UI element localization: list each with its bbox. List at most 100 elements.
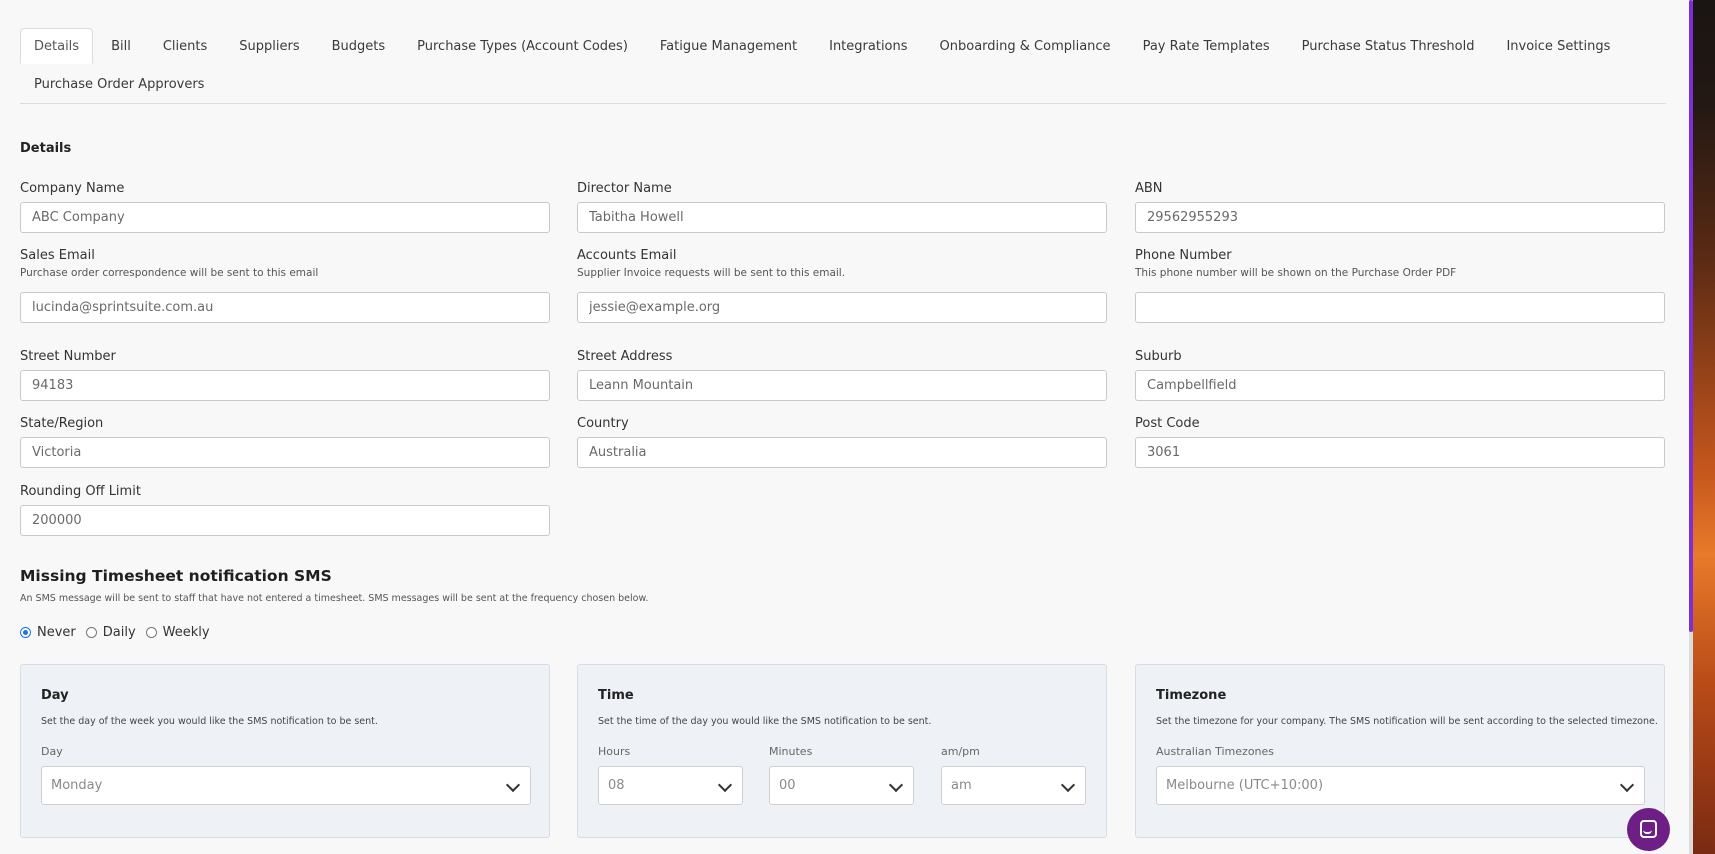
ampm-select-value: am	[951, 778, 972, 793]
radio-weekly-circle[interactable]	[145, 627, 157, 638]
timezone-card-description: Set the timezone for your company. The S…	[1156, 716, 1658, 727]
tab-row-1: Details Bill Clients Suppliers Budgets P…	[20, 28, 1628, 66]
timezone-select[interactable]: Melbourne (UTC+10:00)	[1156, 766, 1645, 805]
ampm-select[interactable]: am	[941, 766, 1086, 805]
post-code-input[interactable]	[1135, 437, 1665, 468]
tab-invoice-settings[interactable]: Invoice Settings	[1492, 28, 1624, 64]
suburb-input[interactable]	[1135, 370, 1665, 401]
tab-suppliers[interactable]: Suppliers	[225, 28, 313, 64]
tab-fatigue-management[interactable]: Fatigue Management	[646, 28, 811, 64]
chevron-down-icon	[505, 777, 521, 793]
abn-label: ABN	[1135, 181, 1163, 196]
street-number-field: Street Number	[20, 349, 550, 401]
tab-budgets[interactable]: Budgets	[318, 28, 400, 64]
hours-label: Hours	[598, 745, 631, 758]
day-card-title: Day	[41, 688, 69, 703]
rounding-off-limit-input[interactable]	[20, 505, 550, 536]
rounding-off-limit-field: Rounding Off Limit	[20, 484, 550, 536]
desktop-wallpaper-strip	[1693, 0, 1715, 854]
chevron-down-icon	[1619, 777, 1635, 793]
company-name-label: Company Name	[20, 181, 125, 196]
sales-email-input[interactable]	[20, 292, 550, 323]
day-card-description: Set the day of the week you would like t…	[41, 716, 378, 727]
tab-onboarding-compliance[interactable]: Onboarding & Compliance	[926, 28, 1125, 64]
suburb-field: Suburb	[1135, 349, 1665, 401]
country-input[interactable]	[577, 437, 1107, 468]
day-select-value: Monday	[51, 778, 103, 793]
tab-bill[interactable]: Bill	[97, 28, 145, 64]
timezone-field-label: Australian Timezones	[1156, 745, 1275, 758]
post-code-label: Post Code	[1135, 416, 1200, 431]
sales-email-field: Sales Email Purchase order correspondenc…	[20, 248, 550, 323]
hours-select[interactable]: 08	[598, 766, 743, 805]
day-select[interactable]: Monday	[41, 766, 531, 805]
street-number-input[interactable]	[20, 370, 550, 401]
company-name-field: Company Name	[20, 181, 550, 233]
director-name-field: Director Name	[577, 181, 1107, 233]
chevron-down-icon	[888, 777, 904, 793]
radio-weekly-label: Weekly	[162, 625, 210, 640]
post-code-field: Post Code	[1135, 416, 1665, 468]
country-label: Country	[577, 416, 629, 431]
time-card-title: Time	[598, 688, 634, 703]
tab-purchase-status-threshold[interactable]: Purchase Status Threshold	[1288, 28, 1489, 64]
tab-pay-rate-templates[interactable]: Pay Rate Templates	[1129, 28, 1284, 64]
tab-integrations[interactable]: Integrations	[815, 28, 921, 64]
sales-email-help: Purchase order correspondence will be se…	[20, 267, 319, 279]
radio-never[interactable]: Never	[20, 625, 76, 640]
chevron-down-icon	[717, 777, 733, 793]
sms-section-description: An SMS message will be sent to staff tha…	[20, 593, 649, 604]
street-address-label: Street Address	[577, 349, 673, 364]
tab-purchase-order-approvers[interactable]: Purchase Order Approvers	[20, 66, 218, 102]
abn-field: ABN	[1135, 181, 1665, 233]
time-card-description: Set the time of the day you would like t…	[598, 716, 932, 727]
settings-tabs: Details Bill Clients Suppliers Budgets P…	[20, 28, 1666, 104]
minutes-label: Minutes	[769, 745, 813, 758]
phone-number-label: Phone Number	[1135, 248, 1232, 263]
director-name-label: Director Name	[577, 181, 672, 196]
timezone-select-value: Melbourne (UTC+10:00)	[1166, 778, 1324, 793]
state-region-label: State/Region	[20, 416, 104, 431]
tab-details[interactable]: Details	[20, 28, 94, 64]
phone-number-field: Phone Number This phone number will be s…	[1135, 248, 1665, 323]
sms-frequency-radio-group: Never Daily Weekly	[20, 625, 220, 640]
street-address-input[interactable]	[577, 370, 1107, 401]
ampm-label: am/pm	[941, 745, 980, 758]
accounts-email-field: Accounts Email Supplier Invoice requests…	[577, 248, 1107, 323]
street-number-label: Street Number	[20, 349, 116, 364]
country-field: Country	[577, 416, 1107, 468]
abn-input[interactable]	[1135, 202, 1665, 233]
settings-page: Details Bill Clients Suppliers Budgets P…	[0, 0, 1689, 854]
radio-daily-circle[interactable]	[85, 627, 97, 638]
minutes-select-value: 00	[779, 778, 796, 793]
hours-select-value: 08	[608, 778, 625, 793]
accounts-email-label: Accounts Email	[577, 248, 677, 263]
sms-section-title: Missing Timesheet notification SMS	[20, 567, 332, 585]
accounts-email-help: Supplier Invoice requests will be sent t…	[577, 267, 846, 279]
state-region-input[interactable]	[20, 437, 550, 468]
rounding-off-limit-label: Rounding Off Limit	[20, 484, 141, 499]
phone-number-input[interactable]	[1135, 292, 1665, 323]
tab-clients[interactable]: Clients	[149, 28, 221, 64]
sales-email-label: Sales Email	[20, 248, 95, 263]
street-address-field: Street Address	[577, 349, 1107, 401]
phone-number-help: This phone number will be shown on the P…	[1135, 267, 1457, 279]
chat-icon	[1640, 820, 1657, 838]
tab-purchase-types[interactable]: Purchase Types (Account Codes)	[403, 28, 642, 64]
time-card: Time Set the time of the day you would l…	[577, 664, 1107, 838]
chat-launcher-button[interactable]	[1627, 808, 1670, 851]
radio-never-circle[interactable]	[20, 627, 31, 638]
company-name-input[interactable]	[20, 202, 550, 233]
suburb-label: Suburb	[1135, 349, 1182, 364]
tab-row-2: Purchase Order Approvers	[20, 66, 222, 102]
accounts-email-input[interactable]	[577, 292, 1107, 323]
radio-weekly[interactable]: Weekly	[145, 625, 210, 640]
details-section-title: Details	[20, 141, 72, 156]
state-region-field: State/Region	[20, 416, 550, 468]
timezone-card-title: Timezone	[1156, 688, 1227, 703]
radio-never-label: Never	[37, 625, 76, 640]
radio-daily-label: Daily	[102, 625, 136, 640]
director-name-input[interactable]	[577, 202, 1107, 233]
radio-daily[interactable]: Daily	[85, 625, 136, 640]
minutes-select[interactable]: 00	[769, 766, 914, 805]
